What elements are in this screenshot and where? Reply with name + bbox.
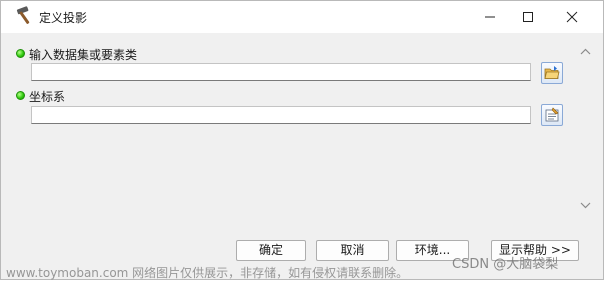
coordinate-system-label: 坐标系	[29, 90, 66, 104]
input-dataset-field[interactable]	[31, 63, 531, 81]
vertical-scrollbar[interactable]	[577, 33, 594, 229]
maximize-button[interactable]	[505, 1, 551, 33]
csdn-watermark: CSDN @大脑袋梨	[452, 257, 559, 272]
coordinate-system-field[interactable]	[31, 106, 531, 124]
properties-icon	[545, 107, 559, 122]
browse-dataset-button[interactable]	[541, 62, 563, 84]
parameters-panel: 输入数据集或要素类 坐标系	[9, 33, 577, 229]
close-icon	[566, 11, 578, 23]
watermark-text: www.toymoban.com 网络图片仅供展示，非存储，如有侵权请联系删除。	[6, 266, 409, 280]
coordinate-system-properties-button[interactable]	[541, 104, 563, 126]
chevron-down-icon	[580, 202, 591, 209]
maximize-icon	[523, 12, 533, 22]
required-indicator-icon	[16, 49, 25, 58]
cancel-button[interactable]: 取消	[316, 240, 389, 261]
scroll-down-button[interactable]	[577, 198, 594, 214]
chevron-up-icon	[580, 48, 591, 55]
hammer-icon	[14, 6, 36, 26]
input-dataset-label: 输入数据集或要素类	[29, 48, 138, 62]
window-title: 定义投影	[39, 11, 88, 25]
minimize-icon	[485, 16, 495, 18]
ok-button[interactable]: 确定	[236, 240, 306, 261]
scroll-up-button[interactable]	[577, 44, 594, 60]
required-indicator-icon	[16, 91, 25, 100]
open-folder-icon	[544, 66, 560, 79]
dialog-window: 定义投影 输入数据集或要素类 坐标系 确定 取消 环境... 显示帮助 >>	[0, 0, 604, 280]
title-bar[interactable]: 定义投影	[1, 1, 603, 33]
close-button[interactable]	[549, 1, 595, 33]
